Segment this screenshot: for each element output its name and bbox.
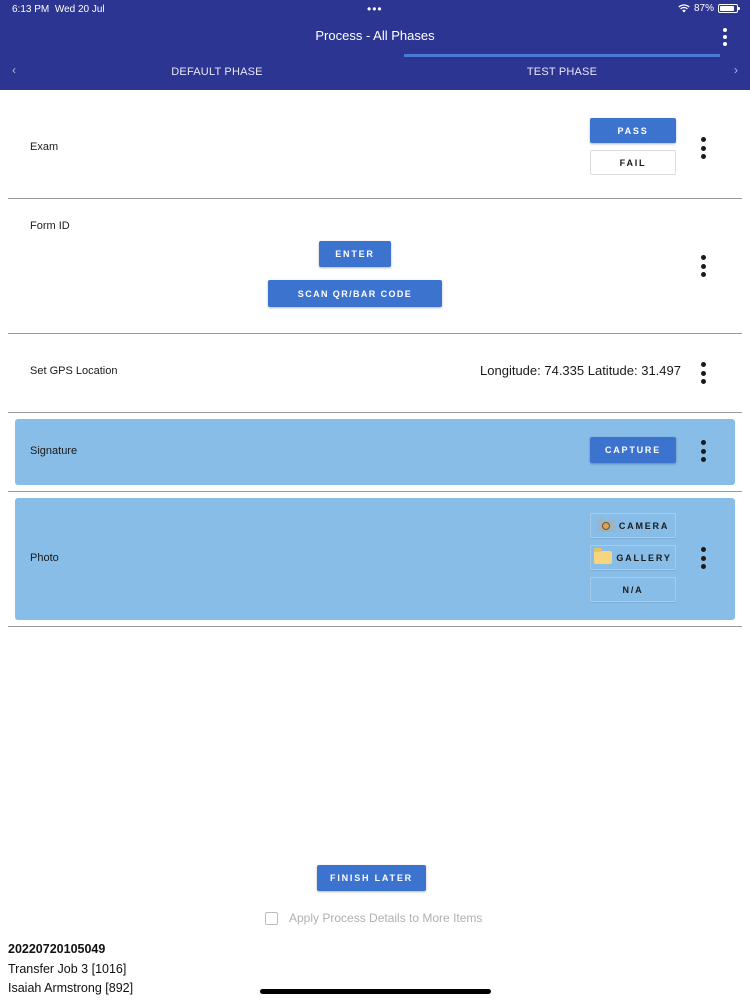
- scan-qr-bar-code-button[interactable]: SCAN QR/BAR CODE: [268, 280, 442, 307]
- apply-label: Apply Process Details to More Items: [289, 911, 483, 925]
- battery-percent: 87%: [693, 3, 714, 14]
- status-bar: 6:13 PM Wed 20 Jul ••• 87%: [0, 0, 750, 18]
- app-header: 6:13 PM Wed 20 Jul ••• 87% Process - All…: [0, 0, 750, 90]
- selected-tab-indicator: [404, 54, 720, 57]
- tab-scroll-right-icon[interactable]: ›: [734, 63, 738, 77]
- gallery-button-label: GALLERY: [616, 552, 672, 563]
- fail-button[interactable]: FAIL: [590, 150, 676, 175]
- exam-label: Exam: [30, 141, 59, 153]
- signature-label: Signature: [30, 445, 78, 457]
- status-time: 6:13 PM Wed 20 Jul: [12, 4, 105, 15]
- pass-button[interactable]: PASS: [590, 118, 676, 143]
- signature-more-vertical-icon[interactable]: [697, 440, 709, 462]
- gps-label: Set GPS Location: [30, 365, 118, 377]
- status-time-value: 6:13 PM: [12, 4, 50, 15]
- photo-row: Photo CAMERA GALLERY N/A: [8, 492, 742, 627]
- apply-process-details-toggle[interactable]: Apply Process Details to More Items: [265, 911, 482, 925]
- enter-button[interactable]: ENTER: [319, 241, 391, 267]
- gps-coordinates: Longitude: 74.335 Latitude: 31.497: [480, 363, 681, 378]
- camera-icon: [596, 517, 615, 532]
- camera-button-label: CAMERA: [618, 520, 670, 531]
- user-name: Isaiah Armstrong [892]: [8, 981, 134, 995]
- exam-row: Exam PASS FAIL: [8, 90, 742, 199]
- gps-row: Set GPS Location Longitude: 74.335 Latit…: [8, 334, 742, 413]
- tab-scroll-left-icon[interactable]: ‹: [12, 63, 16, 77]
- form-id-row: Form ID ENTER SCAN QR/BAR CODE: [8, 199, 742, 334]
- tab-test-phase[interactable]: TEST PHASE: [404, 54, 720, 90]
- exam-more-vertical-icon[interactable]: [697, 137, 709, 159]
- status-indicators: 87%: [678, 3, 740, 14]
- camera-button[interactable]: CAMERA: [590, 513, 676, 538]
- phase-tabs: ‹ DEFAULT PHASE TEST PHASE ›: [0, 54, 750, 90]
- page-title: Process - All Phases: [315, 28, 435, 43]
- more-vertical-icon[interactable]: [720, 28, 730, 46]
- wifi-icon: [678, 4, 690, 13]
- multitasking-dots[interactable]: •••: [367, 2, 383, 16]
- tab-default-phase[interactable]: DEFAULT PHASE: [59, 54, 375, 90]
- form-id-label: Form ID: [30, 220, 70, 232]
- job-name: Transfer Job 3 [1016]: [8, 962, 127, 976]
- gps-more-vertical-icon[interactable]: [697, 362, 709, 384]
- finish-later-button[interactable]: FINISH LATER: [317, 865, 426, 891]
- battery-icon: [718, 4, 740, 13]
- photo-more-vertical-icon[interactable]: [697, 547, 709, 569]
- signature-row: Signature CAPTURE: [8, 413, 742, 492]
- form-id-more-vertical-icon[interactable]: [697, 255, 709, 277]
- home-indicator[interactable]: [260, 989, 491, 994]
- capture-button[interactable]: CAPTURE: [590, 437, 676, 463]
- photo-label: Photo: [30, 552, 59, 564]
- status-date: Wed 20 Jul: [54, 4, 105, 15]
- na-button[interactable]: N/A: [590, 577, 676, 602]
- battery-fill: [720, 6, 734, 11]
- apply-checkbox[interactable]: [265, 911, 278, 925]
- item-id: 20220720105049: [8, 942, 106, 956]
- folder-icon: [594, 548, 613, 564]
- gallery-button[interactable]: GALLERY: [590, 545, 676, 570]
- title-bar: Process - All Phases: [0, 18, 750, 54]
